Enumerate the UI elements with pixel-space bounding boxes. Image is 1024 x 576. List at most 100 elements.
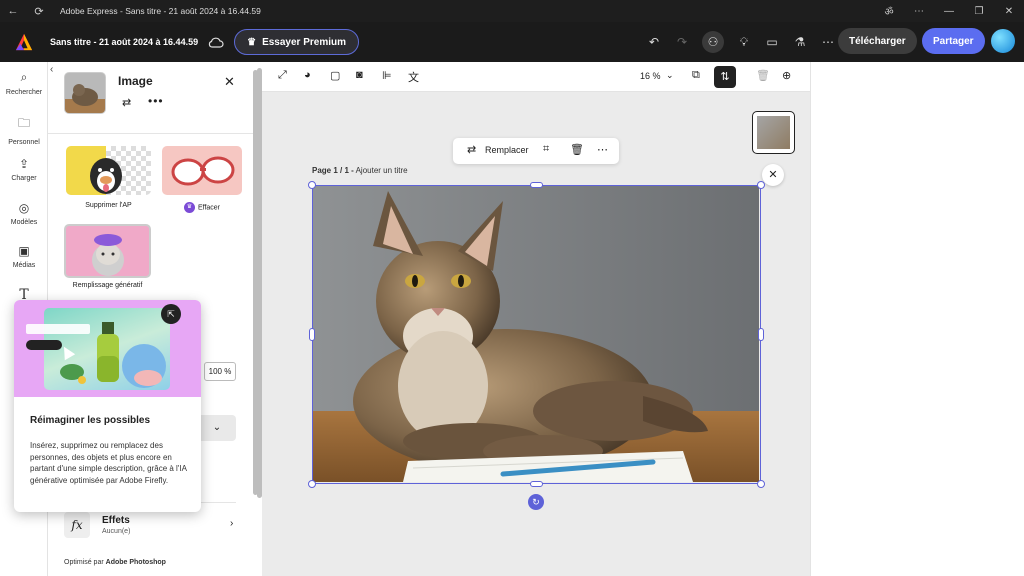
adobe-express-logo[interactable]: [15, 33, 33, 51]
crop-icon[interactable]: ⌗: [543, 143, 549, 156]
generate-pill: [26, 340, 62, 350]
rail-label: Médias: [12, 262, 36, 269]
rail-item-media[interactable]: ▣ Médias: [0, 244, 48, 269]
workarea-scrollbar[interactable]: [257, 68, 262, 498]
prompt-bar: [26, 324, 90, 334]
maximize-icon[interactable]: ❐: [964, 6, 994, 17]
window-title: Adobe Express - Sans titre - 21 août 202…: [60, 6, 261, 16]
resize-handle-top[interactable]: [530, 182, 543, 188]
share-button[interactable]: Partager: [922, 28, 985, 54]
resize-handle-bottom[interactable]: [530, 481, 543, 487]
layers-icon[interactable]: ⇅: [714, 66, 736, 88]
close-icon[interactable]: ✕: [762, 164, 784, 186]
resize-handle-tr[interactable]: [757, 181, 765, 189]
more-icon[interactable]: ⋯: [597, 143, 608, 156]
undo-icon[interactable]: ↶: [640, 35, 668, 49]
rail-label: Charger: [11, 175, 37, 182]
generative-fill-tool[interactable]: [64, 224, 151, 278]
delete-icon[interactable]: 🗑︎: [756, 69, 770, 82]
rotate-handle-icon[interactable]: ↻: [528, 494, 544, 510]
upload-icon: ⇪: [18, 157, 30, 171]
premium-label: Essayer Premium: [262, 36, 347, 48]
page-title[interactable]: Page 1 / 1 - Ajouter un titre: [312, 166, 408, 175]
context-toolbar: ⇄ Remplacer ⌗ 🗑︎ ⋯: [453, 138, 619, 164]
resize-handle-bl[interactable]: [308, 480, 316, 488]
resize-handle-br[interactable]: [757, 480, 765, 488]
document-title[interactable]: Sans titre - 21 août 2024 à 16.44.59: [50, 37, 198, 47]
templates-icon: ◎: [18, 201, 30, 215]
remove-background-label: Supprimer l'AP: [85, 202, 132, 209]
rail-label: Modèles: [10, 219, 38, 226]
effects-value: Aucun(e): [102, 528, 131, 535]
try-premium-button[interactable]: ♛ Essayer Premium: [234, 29, 360, 55]
shape-icon[interactable]: ▢: [330, 69, 340, 82]
invite-user-icon[interactable]: ⚇: [702, 31, 724, 53]
close-icon[interactable]: ✕: [224, 74, 235, 90]
rail-item-upload[interactable]: ⇪ Charger: [0, 157, 48, 182]
chevron-down-icon: ⌄: [212, 422, 222, 433]
translate-icon[interactable]: 文: [408, 69, 419, 85]
replace-image-icon[interactable]: ⇄: [122, 96, 131, 109]
image-thumbnail: [64, 72, 106, 114]
pages-icon[interactable]: ⧉: [692, 69, 700, 82]
minimize-icon[interactable]: —: [934, 6, 964, 17]
app-header: Sans titre - 21 août 2024 à 16.44.59 ♛ E…: [0, 22, 1024, 62]
chevron-right-icon[interactable]: ›: [230, 518, 233, 529]
add-icon[interactable]: ⊕: [782, 69, 791, 82]
page-thumbnail[interactable]: [752, 111, 795, 154]
frame-icon[interactable]: ◙: [356, 69, 363, 81]
promo-illustration: ⇱: [14, 300, 201, 397]
redo-icon[interactable]: ↷: [668, 35, 696, 49]
effects-icon[interactable]: fx: [64, 512, 90, 538]
resize-handle-tl[interactable]: [308, 181, 316, 189]
avatar[interactable]: [991, 29, 1015, 53]
media-icon: ▣: [18, 244, 30, 258]
generative-fill-label: Remplissage génératif: [72, 282, 143, 289]
palette-icon[interactable]: ◕: [304, 69, 311, 81]
powered-by: Optimisé par Adobe Photoshop: [64, 559, 166, 566]
rail-label: Personnel: [8, 139, 40, 146]
rail-item-personal[interactable]: 🗀 Personnel: [0, 114, 48, 146]
zoom-level[interactable]: 16 %: [640, 71, 661, 81]
chevron-down-icon[interactable]: ⌄: [666, 70, 674, 81]
folder-icon: 🗀: [17, 116, 30, 130]
divider: [48, 133, 262, 134]
resize-handle-right[interactable]: [758, 328, 764, 341]
blend-mode-dropdown[interactable]: ⌄: [198, 415, 236, 441]
premium-crown-icon: ♛: [183, 202, 195, 213]
rail-item-templates[interactable]: ◎ Modèles: [0, 201, 48, 226]
align-icon[interactable]: ⊫: [382, 69, 392, 82]
resize-icon[interactable]: ⤢: [278, 69, 287, 82]
replace-icon[interactable]: ⇄: [467, 143, 476, 156]
rail-item-search[interactable]: ⌕ Rechercher: [0, 70, 48, 96]
search-icon: ⌕: [20, 70, 28, 84]
promo-description: Insérez, supprimez ou remplacez des pers…: [30, 441, 187, 485]
selected-image[interactable]: [312, 185, 761, 484]
window-titlebar: ← ⟳ Adobe Express - Sans titre - 21 août…: [0, 0, 1024, 22]
more-icon[interactable]: •••: [148, 94, 164, 108]
remove-background-tool[interactable]: [66, 146, 151, 195]
lightbulb-icon[interactable]: 💡︎: [730, 35, 758, 50]
right-area: [810, 62, 1024, 576]
rail-label: Rechercher: [5, 89, 43, 96]
promo-title: Réimaginer les possibles: [30, 415, 151, 426]
translate-icon[interactable]: ॐ: [874, 4, 904, 18]
collapse-panel-icon[interactable]: ‹: [50, 64, 53, 75]
effects-title[interactable]: Effets: [102, 515, 130, 526]
comment-icon[interactable]: ▭: [758, 35, 786, 49]
replace-button[interactable]: Remplacer: [485, 145, 529, 155]
window-controls: ॐ ⋯ — ❐ ✕: [874, 0, 1024, 22]
flask-icon[interactable]: ⚗: [786, 35, 814, 49]
back-arrow-icon[interactable]: ←: [0, 5, 26, 17]
download-button[interactable]: Télécharger: [838, 28, 917, 54]
more-icon[interactable]: ⋯: [904, 6, 934, 17]
canvas-toolbar: ⤢ ◕ ▢ ◙ ⊫ 文 16 % ⌄ ⧉ ⇅ 🗑︎ ⊕: [262, 62, 810, 92]
refresh-icon[interactable]: ⟳: [26, 5, 52, 18]
delete-icon[interactable]: 🗑︎: [570, 143, 584, 156]
close-window-icon[interactable]: ✕: [994, 6, 1024, 17]
erase-tool[interactable]: [162, 146, 242, 195]
cloud-sync-icon[interactable]: [208, 36, 224, 48]
opacity-field[interactable]: 100 %: [204, 362, 236, 381]
external-link-icon[interactable]: ⇱: [161, 304, 181, 324]
resize-handle-left[interactable]: [309, 328, 315, 341]
